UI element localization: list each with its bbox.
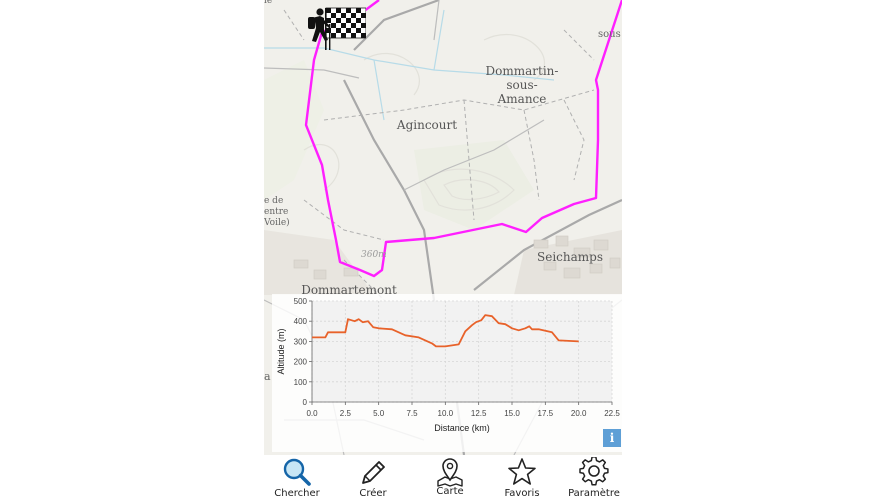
place-label-seichamps: Seichamps (537, 250, 603, 264)
edge-label-left-3: Voile) (264, 218, 290, 228)
chart-xtick-label: 12.5 (471, 409, 487, 418)
chart-xlabel: Distance (km) (434, 423, 490, 433)
tab-favoris[interactable]: Favoris (486, 455, 558, 500)
edge-label-left-2: entre (264, 207, 289, 217)
place-label-dommartin: Dommartin- sous- Amance (485, 64, 559, 106)
chart-xtick-label: 22.5 (604, 409, 620, 418)
chart-ytick-label: 100 (294, 378, 308, 387)
hiker-finish-flag-icon[interactable] (306, 6, 366, 52)
chart-ytick-label: 200 (294, 358, 308, 367)
tab-carte[interactable]: Carte (414, 455, 486, 500)
elevation-chart: 0 100 200 300 400 500 0.0 2.5 5.0 7.5 10.0 12.5 15.0… (276, 297, 620, 433)
chart-ylabel: Altitude (m) (276, 328, 286, 374)
edge-label-left-4: a (264, 370, 271, 383)
chart-xtick-label: 15.0 (504, 409, 520, 418)
chart-xtick-label: 20.0 (571, 409, 587, 418)
tab-creer[interactable]: Créer (337, 455, 409, 500)
chart-xtick-label: 2.5 (340, 409, 352, 418)
chart-xtick-label: 7.5 (406, 409, 418, 418)
chart-ytick-label: 400 (294, 317, 308, 326)
search-icon (283, 458, 311, 486)
chart-ytick-label: 300 (294, 337, 308, 346)
tab-label-chercher: Chercher (274, 488, 320, 499)
gear-icon (579, 457, 609, 486)
tab-parametre[interactable]: Paramètre (558, 455, 622, 500)
info-button[interactable]: i (603, 429, 621, 447)
bottom-tab-bar: Chercher Créer Carte Favoris Paramètre (264, 455, 622, 500)
chart-plot-area (312, 301, 612, 402)
tab-label-favoris: Favoris (504, 488, 540, 499)
tab-label-parametre: Paramètre (568, 488, 620, 499)
tab-label-creer: Créer (359, 488, 387, 499)
chart-xtick-label: 0.0 (306, 409, 318, 418)
chart-xtick-label: 10.0 (438, 409, 454, 418)
star-icon (508, 458, 536, 485)
elevation-profile-panel: 0 100 200 300 400 500 0.0 2.5 5.0 7.5 10.0 12.5 15.0… (272, 294, 622, 452)
chart-xtick-label: 5.0 (373, 409, 385, 418)
edge-label-top-left: ie (264, 0, 273, 6)
edge-label-top-right: sous (598, 29, 621, 40)
chart-xtick-label: 17.5 (538, 409, 554, 418)
pencil-icon (362, 461, 385, 484)
map-pin-icon (437, 458, 463, 487)
chart-ytick-label: 500 (294, 297, 308, 306)
elevation-label: 360m (361, 250, 387, 260)
tab-chercher[interactable]: Chercher (264, 455, 333, 500)
phone-screen: Dommartin- sous- Amance Agincourt Seicha… (264, 0, 622, 500)
tab-label-carte: Carte (436, 486, 464, 497)
place-label-agincourt: Agincourt (396, 118, 458, 132)
edge-label-left-1: e de (264, 196, 284, 206)
chart-ytick-label: 0 (303, 398, 308, 407)
